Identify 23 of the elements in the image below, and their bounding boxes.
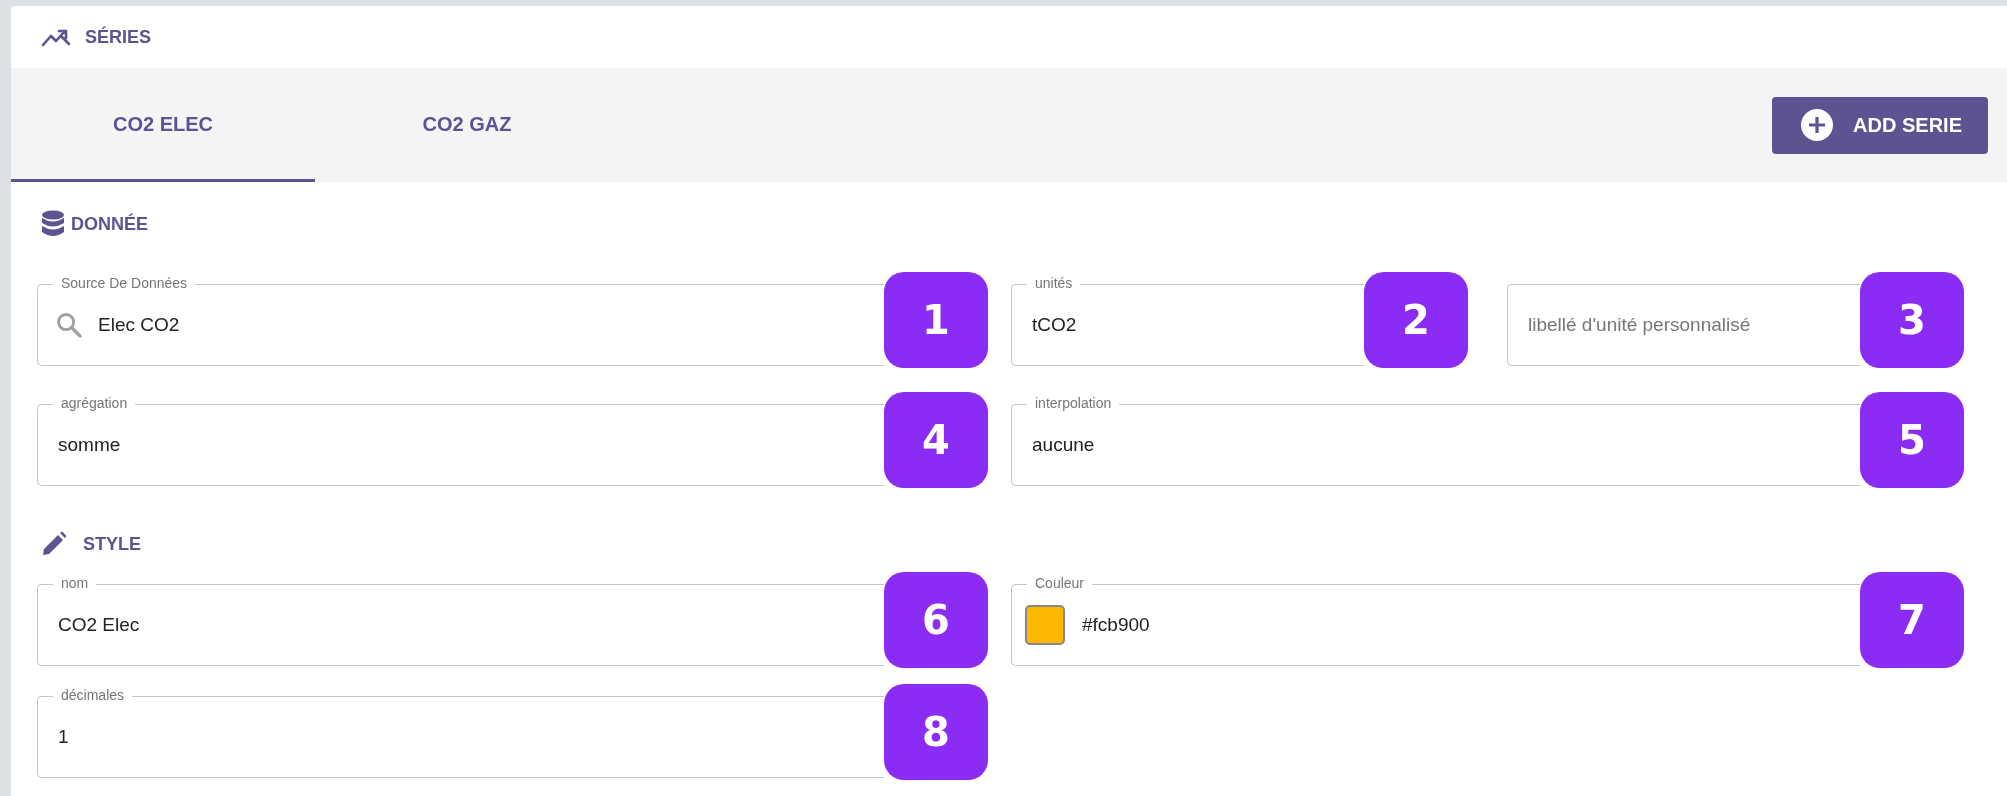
field-label: interpolation xyxy=(1027,394,1120,412)
number-badge: 3 xyxy=(1860,272,1964,368)
section-title: DONNÉE xyxy=(71,213,148,235)
plus-circle-icon xyxy=(1801,109,1834,141)
number-badge: 8 xyxy=(884,684,988,780)
color-swatch[interactable] xyxy=(1025,605,1065,645)
section-title: STYLE xyxy=(83,533,141,555)
add-serie-button[interactable]: ADD SERIE xyxy=(1772,96,1988,154)
number-badge: 2 xyxy=(1364,272,1468,368)
number-badge: 7 xyxy=(1860,572,1964,668)
field-label: agrégation xyxy=(53,394,136,412)
database-icon xyxy=(41,210,65,238)
number-badge: 6 xyxy=(884,572,988,668)
number-badge: 5 xyxy=(1860,392,1964,488)
pencil-icon xyxy=(41,531,67,557)
search-icon xyxy=(55,311,83,339)
series-tab[interactable]: CO2 ELEC xyxy=(11,68,315,182)
input-field[interactable]: libellé d'unité personnalisé xyxy=(1507,284,1860,366)
number-badge: 4 xyxy=(884,392,988,488)
series-tab[interactable]: CO2 GAZ xyxy=(315,68,619,182)
number-badge: 1 xyxy=(884,272,988,368)
section-title: SÉRIES xyxy=(85,26,152,48)
trend-chart-icon xyxy=(41,27,71,47)
